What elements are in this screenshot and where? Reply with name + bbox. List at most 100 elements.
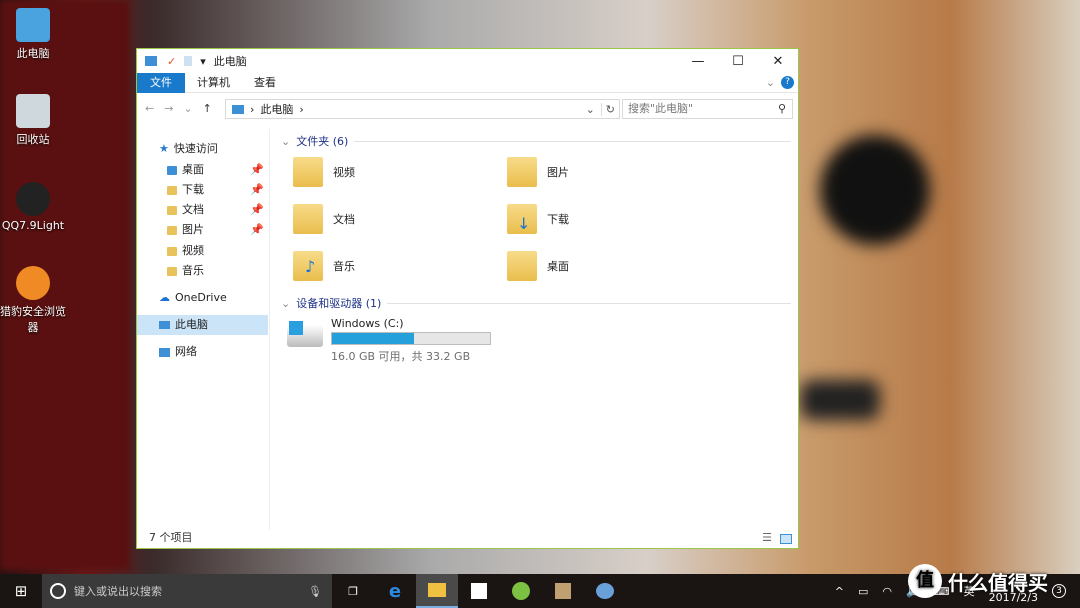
drive-info: 16.0 GB 可用，共 33.2 GB — [331, 350, 471, 363]
drive-icon — [287, 321, 323, 347]
qq-button[interactable] — [542, 574, 584, 608]
label: QQ7.9Light — [1, 219, 65, 232]
action-center-button[interactable]: 3 — [1052, 584, 1066, 598]
close-button[interactable]: ✕ — [758, 49, 798, 73]
collapse-icon: ⌄ — [281, 296, 291, 310]
videos-folder-icon — [167, 246, 177, 256]
folder-music[interactable]: ♪ 音乐 — [293, 251, 355, 281]
start-button[interactable]: ⊞ — [0, 574, 42, 608]
forward-button[interactable]: → — [164, 102, 173, 115]
folder-pictures[interactable]: 图片 — [507, 157, 569, 187]
pin-icon: 📌 — [250, 183, 264, 196]
minimize-button[interactable]: — — [678, 49, 718, 73]
label: 回收站 — [16, 133, 50, 146]
microphone-icon[interactable]: 🎙 — [308, 585, 322, 598]
pin-icon: 📌 — [250, 203, 264, 216]
address-bar[interactable]: › 此电脑 › ⌄ ↻ — [225, 99, 620, 119]
computer-icon — [232, 104, 244, 114]
computer-icon — [159, 321, 170, 329]
cortana-icon — [50, 583, 66, 599]
new-folder-icon[interactable] — [184, 56, 193, 66]
show-hidden-icons[interactable]: ^ — [835, 585, 844, 598]
customize-qat-icon[interactable]: ▾ — [200, 55, 206, 68]
label: 文档 — [182, 203, 204, 216]
star-icon: ★ — [159, 142, 169, 155]
pin-icon: 📌 — [250, 223, 264, 236]
folder-icon — [428, 583, 446, 597]
search-icon: ⚲ — [777, 102, 786, 115]
file-explorer-button[interactable] — [416, 574, 458, 608]
cortana-search-box[interactable]: 键入或说出以搜索 🎙 — [42, 574, 332, 608]
desktop-icon-qq[interactable]: QQ7.9Light — [0, 182, 66, 232]
desktop-icon-recycle-bin[interactable]: 回收站 — [0, 94, 66, 147]
desktop-folder-icon — [507, 251, 537, 281]
watermark-logo-icon: 值 — [908, 564, 942, 598]
desktop-icon-this-pc[interactable]: 此电脑 — [0, 8, 66, 61]
sidebar-item-quick-access[interactable]: ★ 快速访问 — [159, 139, 290, 159]
ribbon-tabs: 文件 计算机 查看 ⌄ ? — [137, 72, 798, 93]
folder-videos[interactable]: 视频 — [293, 157, 355, 187]
address-dropdown-icon[interactable]: ⌄ — [586, 103, 595, 116]
wifi-icon[interactable]: ◠ — [882, 585, 892, 598]
label: 音乐 — [182, 264, 204, 277]
maximize-button[interactable]: ☐ — [718, 49, 758, 73]
task-view-button[interactable]: ❐ — [332, 574, 374, 608]
label: 下载 — [547, 213, 569, 226]
expand-ribbon-icon[interactable]: ⌄ — [766, 76, 781, 89]
label: 此电脑 — [16, 47, 50, 60]
android-app-button[interactable] — [500, 574, 542, 608]
store-button[interactable] — [458, 574, 500, 608]
up-button[interactable]: ↑ — [203, 102, 212, 115]
drive-c[interactable]: Windows (C:) 16.0 GB 可用，共 33.2 GB — [287, 317, 507, 363]
label: 下载 — [182, 183, 204, 196]
navigation-pane: ★ 快速访问 桌面 📌 下载 📌 文档 📌 图片 📌 视频 音乐 ☁ OneDrive 此电… — [137, 129, 270, 530]
properties-icon[interactable]: ✓ — [167, 55, 176, 68]
tab-file[interactable]: 文件 — [137, 72, 185, 93]
back-button[interactable]: ← — [145, 102, 154, 115]
paint-icon — [596, 583, 614, 599]
refresh-icon[interactable]: ↻ — [600, 102, 619, 116]
label: 桌面 — [182, 163, 204, 176]
desktop-icon-browser[interactable]: 猎豹安全浏览器 — [0, 266, 66, 335]
edge-button[interactable]: e — [374, 574, 416, 608]
sidebar-item-network[interactable]: 网络 — [159, 342, 290, 362]
collapse-icon: ⌄ — [281, 134, 291, 148]
sidebar-item-onedrive[interactable]: ☁ OneDrive — [159, 288, 290, 308]
android-icon — [512, 582, 530, 600]
folders-group-header[interactable]: ⌄ 文件夹 (6) — [281, 133, 791, 149]
label: 设备和驱动器 (1) — [296, 297, 382, 310]
recycle-bin-icon — [16, 94, 50, 128]
drives-group-header[interactable]: ⌄ 设备和驱动器 (1) — [281, 295, 791, 311]
tab-view[interactable]: 查看 — [242, 73, 288, 93]
sidebar-item-this-pc[interactable]: 此电脑 — [137, 315, 268, 335]
drive-name: Windows (C:) — [331, 317, 404, 330]
drive-usage-fill — [332, 333, 415, 344]
pictures-folder-icon — [167, 225, 177, 235]
folder-downloads[interactable]: ↓ 下载 — [507, 204, 569, 234]
label: OneDrive — [175, 291, 227, 304]
label: 文档 — [333, 213, 355, 226]
qq-icon — [16, 182, 50, 216]
search-input[interactable]: 搜索"此电脑" ⚲ — [622, 99, 793, 119]
large-icons-view-icon[interactable] — [780, 534, 792, 544]
folder-desktop[interactable]: 桌面 — [507, 251, 569, 281]
computer-icon — [16, 8, 50, 42]
videos-folder-icon — [293, 157, 323, 187]
battery-icon[interactable]: ▭ — [858, 585, 868, 598]
documents-folder-icon — [293, 204, 323, 234]
windows-icon: ⊞ — [14, 582, 28, 600]
paint-button[interactable] — [584, 574, 626, 608]
network-icon — [159, 347, 170, 357]
recent-locations-icon[interactable]: ⌄ — [183, 102, 192, 115]
desktop-folder-icon — [167, 165, 177, 175]
tab-computer[interactable]: 计算机 — [185, 73, 242, 93]
details-view-icon[interactable]: ☰ — [762, 531, 772, 544]
downloads-folder-icon: ↓ — [507, 204, 537, 234]
drive-usage-bar — [331, 332, 491, 345]
help-icon[interactable]: ? — [781, 76, 794, 89]
cloud-icon: ☁ — [159, 291, 170, 304]
wallpaper-mirror — [820, 135, 930, 245]
label: 快速访问 — [173, 142, 218, 155]
file-explorer-window: ✓ ▾ 此电脑 — ☐ ✕ 文件 计算机 查看 ⌄ ? ← → ⌄ ↑ › 此电… — [136, 48, 799, 549]
folder-documents[interactable]: 文档 — [293, 204, 355, 234]
